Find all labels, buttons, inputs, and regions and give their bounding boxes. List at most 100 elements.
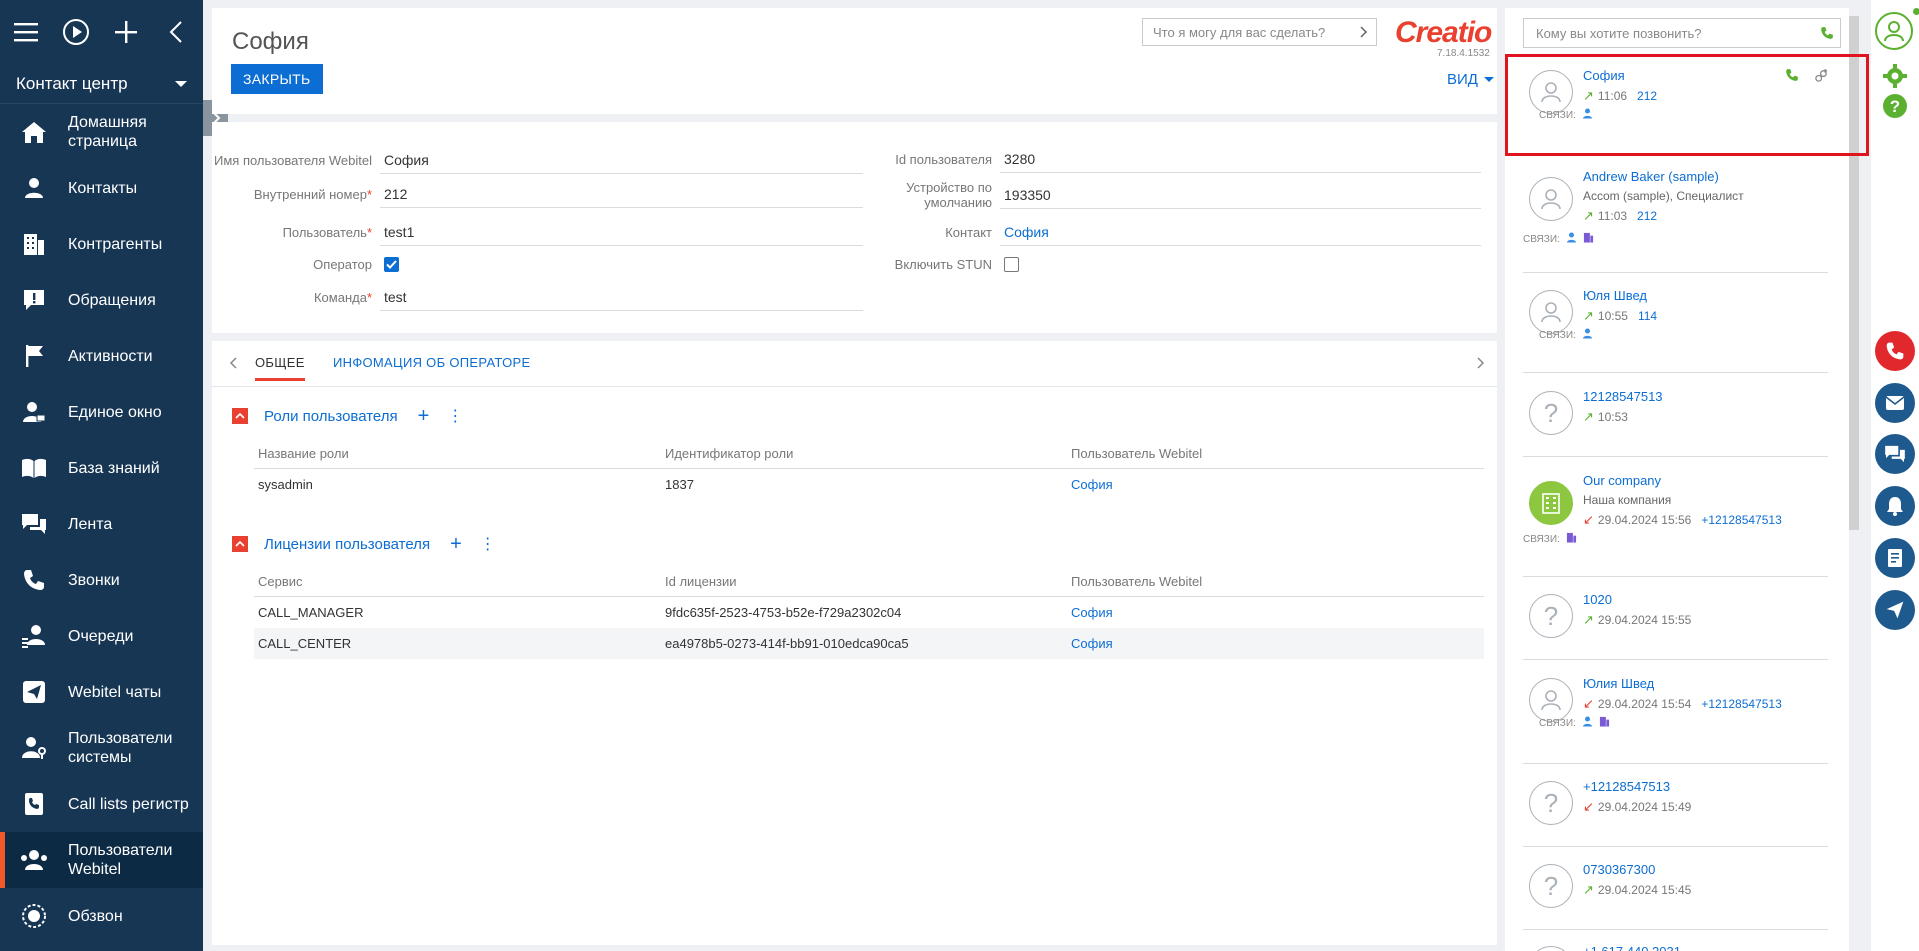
sidebar-item-webitel-users[interactable]: Пользователи Webitel <box>0 832 203 888</box>
sidebar-item-queues[interactable]: Очереди <box>0 608 203 664</box>
user-id-input[interactable]: 3280 <box>1000 145 1481 173</box>
send-panel-button[interactable] <box>1875 590 1915 630</box>
call-history-item[interactable]: ? +1 617 440 2031 <box>1523 938 1828 951</box>
call-number[interactable]: 114 <box>1638 309 1657 323</box>
table-row[interactable]: CALL_MANAGER 9fdc635f-2523-4753-b52e-f72… <box>254 597 1484 628</box>
internal-number-input[interactable]: 212 <box>380 180 863 208</box>
table-cell-link[interactable]: София <box>1067 605 1467 620</box>
plus-icon[interactable] <box>112 18 140 46</box>
call-history-item[interactable]: Юлия Швед ↙ 29.04.2024 15:54 +12128547513 СВ… <box>1523 670 1828 764</box>
call-number[interactable]: 212 <box>1637 209 1657 223</box>
device-input[interactable]: 193350 <box>1000 181 1481 209</box>
profile-button[interactable] <box>1875 12 1913 50</box>
call-contact-name[interactable]: +1 617 440 2031 <box>1583 944 1681 951</box>
check-icon <box>386 259 397 269</box>
column-header[interactable]: Сервис <box>254 574 661 589</box>
phone-panel-button[interactable] <box>1875 331 1915 371</box>
sidebar-item-call-lists[interactable]: Call lists регистр <box>0 776 203 832</box>
column-header[interactable]: Пользователь Webitel <box>1067 574 1467 589</box>
collapse-toggle-icon[interactable] <box>232 408 248 424</box>
table-row[interactable]: CALL_CENTER ea4978b5-0273-414f-bb91-010e… <box>254 628 1484 659</box>
column-header[interactable]: Название роли <box>254 446 661 461</box>
call-history-item[interactable]: Юля Швед ↗ 10:55 114 СВЯЗИ: <box>1523 282 1828 373</box>
call-number[interactable]: +12128547513 <box>1701 697 1781 711</box>
tab-operator-info[interactable]: ИНФОМАЦИЯ ОБ ОПЕРАТОРЕ <box>333 355 530 370</box>
linked-account-icon[interactable] <box>1583 232 1594 246</box>
call-history-item[interactable]: ? 0730367300 ↗ 29.04.2024 15:45 <box>1523 856 1828 930</box>
chat-panel-button[interactable] <box>1875 434 1915 474</box>
column-header[interactable]: Пользователь Webitel <box>1067 446 1467 461</box>
call-history-item[interactable]: Our company Наша компания ↙ 29.04.2024 15:5… <box>1523 467 1828 577</box>
call-contact-name[interactable]: Andrew Baker (sample) <box>1583 169 1719 184</box>
tab-general[interactable]: ОБЩЕЕ <box>255 355 305 381</box>
sidebar-item-webitel-chats[interactable]: Webitel чаты <box>0 664 203 720</box>
table-cell-link[interactable]: София <box>1067 477 1467 492</box>
tab-scroll-right-icon[interactable] <box>1474 357 1486 369</box>
linked-contact-icon[interactable] <box>1582 328 1593 342</box>
call-history-item[interactable]: ? +12128547513 ↙ 29.04.2024 15:49 <box>1523 773 1828 847</box>
sidebar-item-system-users[interactable]: Пользователи системы <box>0 720 203 776</box>
collapse-left-icon[interactable] <box>162 18 190 46</box>
sidebar-item-feed[interactable]: Лента <box>0 496 203 552</box>
roles-menu-button[interactable]: ⋮ <box>447 406 463 426</box>
licenses-menu-button[interactable]: ⋮ <box>480 534 496 554</box>
user-input[interactable]: test1 <box>380 218 863 246</box>
play-icon[interactable] <box>62 18 90 46</box>
operator-checkbox[interactable] <box>384 256 399 272</box>
call-contact-name[interactable]: Юля Швед <box>1583 288 1647 303</box>
collapse-toggle-icon[interactable] <box>232 536 248 552</box>
add-license-button[interactable]: + <box>450 534 462 554</box>
call-contact-name[interactable]: 12128547513 <box>1583 389 1663 404</box>
linked-account-icon[interactable] <box>1599 716 1610 730</box>
view-button[interactable]: ВИД <box>1447 71 1494 88</box>
linked-account-icon[interactable] <box>1566 532 1577 546</box>
call-history-item[interactable]: ? 1020 ↗ 29.04.2024 15:55 <box>1523 586 1828 660</box>
roles-group-title[interactable]: Роли пользователя <box>264 408 398 425</box>
close-button[interactable]: ЗАКРЫТЬ <box>231 64 323 94</box>
call-contact-name[interactable]: 1020 <box>1583 592 1612 607</box>
help-button[interactable]: ? <box>1875 86 1915 126</box>
command-input[interactable]: Что я могу для вас сделать? <box>1142 18 1377 46</box>
contact-link[interactable]: София <box>1000 218 1481 246</box>
linked-contact-icon[interactable] <box>1582 716 1593 730</box>
licenses-group-title[interactable]: Лицензии пользователя <box>264 536 430 553</box>
workplace-selector[interactable]: Контакт центр <box>0 64 203 104</box>
column-header[interactable]: Идентификатор роли <box>661 446 1067 461</box>
sidebar-item-dialer[interactable]: Обзвон <box>0 888 203 944</box>
call-number[interactable]: +12128547513 <box>1701 513 1781 527</box>
sidebar-item-knowledge-base[interactable]: База знаний <box>0 440 203 496</box>
sidebar-item-contacts[interactable]: Контакты <box>0 160 203 216</box>
call-history-item[interactable]: Andrew Baker (sample) Accom (sample), Спе… <box>1523 163 1828 273</box>
team-input[interactable]: test <box>380 283 863 311</box>
sidebar-item-home[interactable]: Домашняя страница <box>0 104 203 160</box>
table-row[interactable]: sysadmin 1837 София <box>254 469 1484 500</box>
chevron-down-icon <box>175 80 187 87</box>
tasks-panel-button[interactable] <box>1875 538 1915 578</box>
stun-checkbox[interactable] <box>1004 256 1019 272</box>
call-search-input[interactable]: Кому вы хотите позвонить? <box>1523 18 1841 48</box>
call-contact-name[interactable]: Our company <box>1583 473 1661 488</box>
call-contact-name[interactable]: 0730367300 <box>1583 862 1655 877</box>
tab-scroll-left-icon[interactable] <box>228 357 240 369</box>
sidebar-item-activities[interactable]: Активности <box>0 328 203 384</box>
table-cell-link[interactable]: София <box>1067 636 1467 651</box>
notifications-button[interactable] <box>1875 486 1915 526</box>
call-history-item[interactable]: ? 12128547513 ↗ 10:53 <box>1523 383 1828 457</box>
menu-icon[interactable] <box>12 18 40 46</box>
sidebar-item-cases[interactable]: Обращения <box>0 272 203 328</box>
chat-icon <box>1885 445 1905 463</box>
sidebar-item-single-window[interactable]: Единое окно <box>0 384 203 440</box>
call-contact-name[interactable]: +12128547513 <box>1583 779 1670 794</box>
user-key-icon <box>20 734 48 762</box>
webitel-user-input[interactable]: София <box>380 146 863 174</box>
detail-tabs: ОБЩЕЕ ИНФОМАЦИЯ ОБ ОПЕРАТОРЕ Роли пользо… <box>212 341 1497 945</box>
email-panel-button[interactable] <box>1875 383 1915 423</box>
sidebar-item-accounts[interactable]: Контрагенты <box>0 216 203 272</box>
call-contact-name[interactable]: Юлия Швед <box>1583 676 1654 691</box>
unknown-caller-icon: ? <box>1529 594 1573 638</box>
column-header[interactable]: Id лицензии <box>661 574 1067 589</box>
linked-contact-icon[interactable] <box>1566 232 1577 246</box>
phone-icon[interactable] <box>1820 26 1834 40</box>
sidebar-item-calls[interactable]: Звонки <box>0 552 203 608</box>
add-role-button[interactable]: + <box>418 406 430 426</box>
